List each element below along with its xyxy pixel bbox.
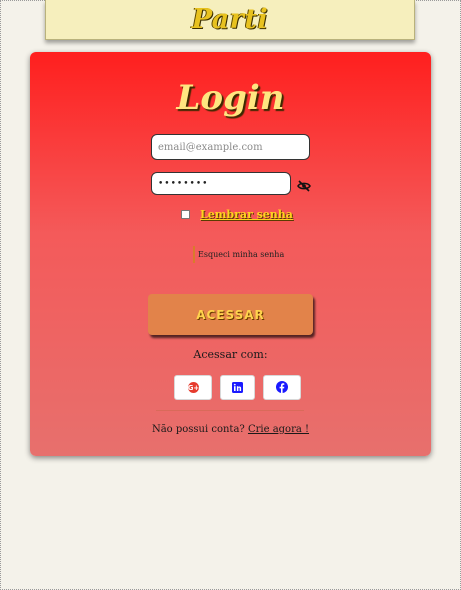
divider <box>156 410 304 411</box>
google-button[interactable]: G+ <box>174 375 212 400</box>
page-title: Login <box>176 78 285 118</box>
social-buttons: G+ <box>174 375 301 400</box>
remember-label[interactable]: Lembrar senha <box>200 208 293 221</box>
remember-checkbox[interactable] <box>181 210 190 219</box>
submit-button[interactable]: ACESSAR <box>148 294 313 335</box>
forgot-password-link[interactable]: Esqueci minha senha <box>193 246 284 263</box>
logo-banner: Parti <box>45 0 415 40</box>
facebook-icon <box>276 378 288 397</box>
remember-row: Lembrar senha <box>181 208 293 221</box>
email-field[interactable] <box>151 134 310 160</box>
google-icon: G+ <box>187 378 199 397</box>
signup-text: Não possui conta? <box>151 424 245 435</box>
signup-link[interactable]: Crie agora ! <box>248 424 309 435</box>
facebook-button[interactable] <box>263 375 301 400</box>
linkedin-button[interactable] <box>220 375 255 400</box>
linkedin-icon <box>232 378 243 397</box>
logo: Parti <box>191 4 269 35</box>
social-title: Acessar com: <box>193 348 268 361</box>
signup-row: Não possui conta? Crie agora ! <box>30 424 431 435</box>
svg-text:G+: G+ <box>188 384 199 392</box>
password-field[interactable] <box>151 172 291 195</box>
login-card: Login Lembrar senha Esqueci minha senha … <box>30 52 431 456</box>
eye-slash-icon[interactable] <box>297 177 311 192</box>
